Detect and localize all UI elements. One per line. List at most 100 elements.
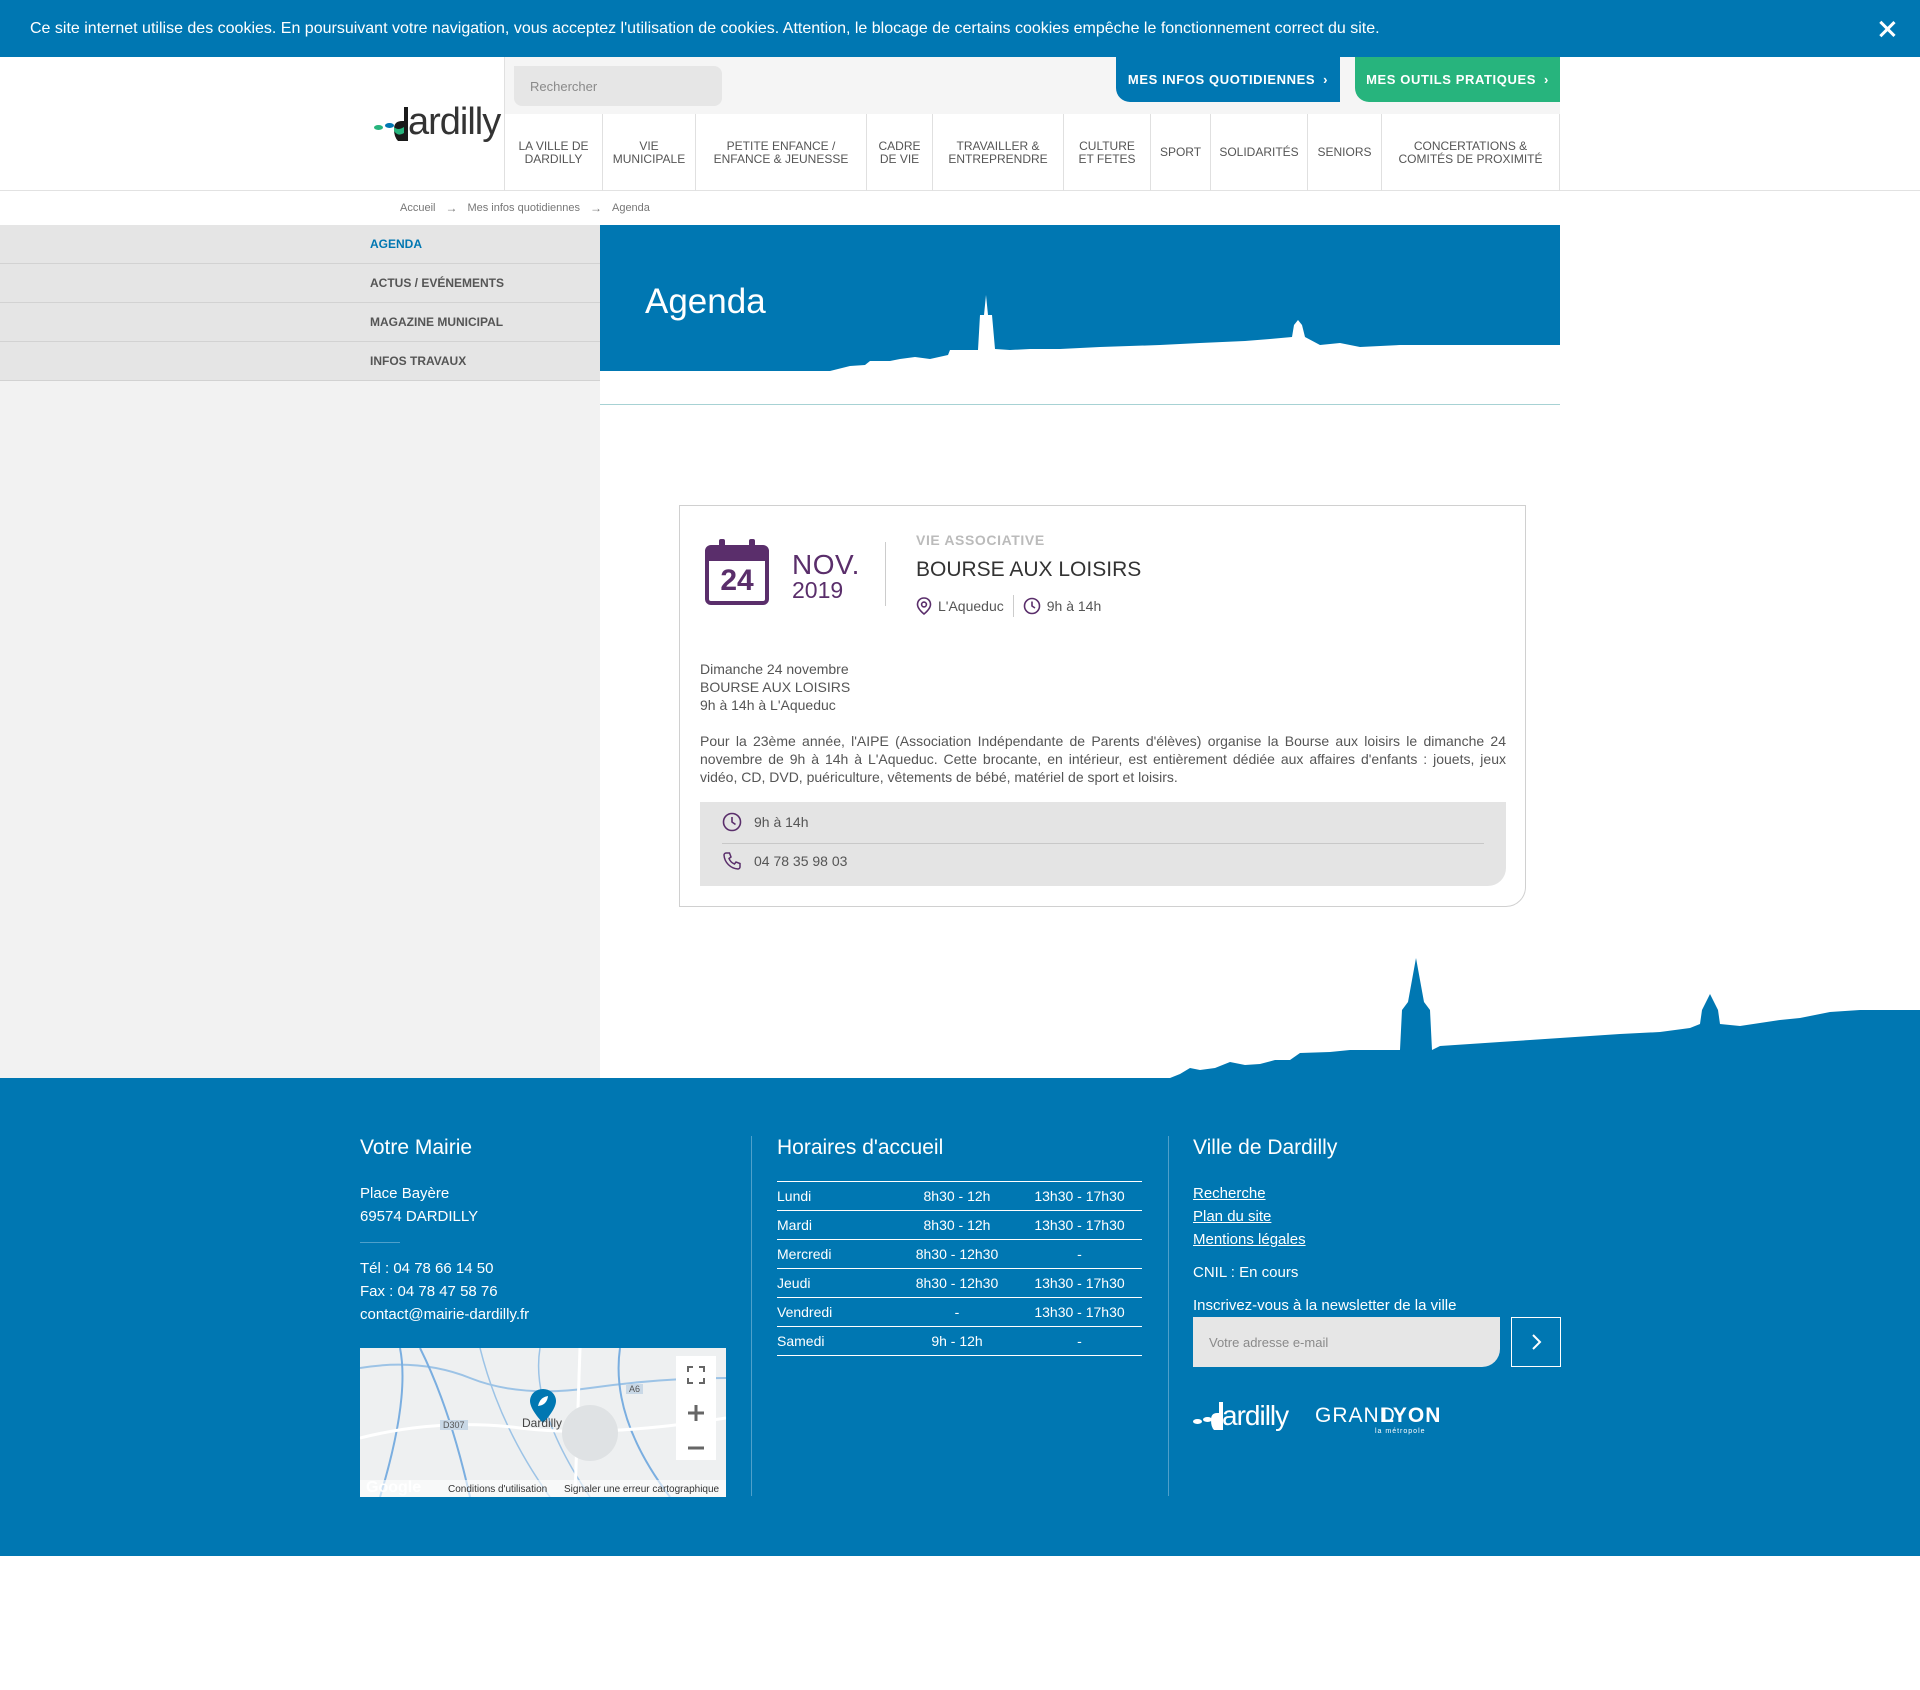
- hours-row: Vendredi -13h30 - 17h30: [777, 1297, 1142, 1327]
- footer-map[interactable]: Dardilly D307 A6 Google Conditions d'uti…: [360, 1348, 726, 1497]
- mes-outils-pratiques-button[interactable]: MES OUTILS PRATIQUES ›: [1355, 57, 1560, 102]
- nav-item-culture-et-fetes[interactable]: CULTURE ET FETES: [1064, 114, 1151, 191]
- footer-mairie-title: Votre Mairie: [360, 1136, 473, 1159]
- nav-label-line2: COMITÉS DE PROXIMITÉ: [1398, 151, 1543, 166]
- sidebar-item-agenda[interactable]: AGENDA: [0, 225, 600, 264]
- event-category: VIE ASSOCIATIVE: [916, 532, 1045, 548]
- footer-link-recherche[interactable]: Recherche: [1193, 1182, 1456, 1205]
- map-pin-icon: [916, 597, 932, 615]
- hours-afternoon: 13h30 - 17h30: [1017, 1181, 1142, 1211]
- nav-label-line1: SOLIDARITÉS: [1219, 145, 1299, 159]
- hours-morning: -: [897, 1297, 1017, 1327]
- chevron-right-icon: [1532, 1334, 1542, 1350]
- footer-horaires-title: Horaires d'accueil: [777, 1136, 944, 1159]
- breadcrumb-accueil[interactable]: Accueil: [400, 202, 435, 214]
- nav-item-la-ville-de-dardilly[interactable]: LA VILLE DE DARDILLY: [505, 114, 603, 191]
- banner-divider: [600, 404, 1560, 405]
- event-time: 9h à 14h: [1046, 598, 1102, 614]
- hours-row: Lundi 8h30 - 12h 13h30 - 17h30: [777, 1181, 1142, 1211]
- footer-logo-dardilly[interactable]: ardilly: [1193, 1400, 1293, 1436]
- hours-morning: 8h30 - 12h: [897, 1210, 1017, 1240]
- logo-dot: [1193, 1419, 1202, 1424]
- hours-row: Mercredi 8h30 - 12h30-: [777, 1239, 1142, 1269]
- nav-label-line1: SENIORS: [1317, 145, 1372, 159]
- map-place-label: Dardilly: [522, 1416, 563, 1430]
- nav-label-line1: CULTURE: [1079, 138, 1135, 153]
- hours-day: Mercredi: [777, 1239, 897, 1269]
- hours-afternoon: -: [1017, 1239, 1142, 1269]
- search-input[interactable]: [514, 66, 722, 106]
- map-road-a6: A6: [626, 1384, 644, 1394]
- site-header: ardilly MES INFOS QUOTIDIENNES › MES OUTI…: [0, 57, 1920, 191]
- map-road-d307: D307: [440, 1420, 468, 1430]
- nav-item-sport[interactable]: SPORT: [1151, 114, 1211, 191]
- footer-ville-title: Ville de Dardilly: [1193, 1136, 1338, 1159]
- zoom-in-icon[interactable]: [676, 1398, 716, 1428]
- nav-label-line1: SPORT: [1159, 145, 1202, 159]
- nav-label-line2: DE VIE: [879, 151, 920, 166]
- footer-newsletter-label: Inscrivez-vous à la newsletter de la vil…: [1193, 1297, 1457, 1314]
- hours-afternoon: 13h30 - 17h30: [1017, 1210, 1142, 1240]
- footer-tel[interactable]: Tél : 04 78 66 14 50: [360, 1257, 529, 1280]
- nav-item-petite-enfance[interactable]: PETITE ENFANCE / ENFANCE & JEUNESSE: [696, 114, 867, 191]
- logo-dot-green: [374, 125, 383, 130]
- hours-morning: 8h30 - 12h30: [897, 1268, 1017, 1298]
- nav-label-line2: ET FETES: [1078, 151, 1136, 166]
- newsletter-submit-button[interactable]: [1511, 1317, 1561, 1367]
- newsletter-email-input[interactable]: [1193, 1317, 1500, 1367]
- footer-cnil: CNIL : En cours: [1193, 1264, 1299, 1281]
- breadcrumb-mes-infos[interactable]: Mes infos quotidiennes: [467, 202, 580, 214]
- meta-separator: [1012, 595, 1014, 617]
- footer-horaires: Horaires d'accueil: [777, 1136, 943, 1182]
- event-card: 24 NOV. 2019 VIE ASSOCIATIVE BOURSE AUX …: [679, 505, 1526, 907]
- mes-infos-quotidiennes-button[interactable]: MES INFOS QUOTIDIENNES ›: [1116, 57, 1340, 102]
- map-terms-link[interactable]: Conditions d'utilisation: [448, 1484, 547, 1495]
- site-logo[interactable]: ardilly: [372, 101, 501, 151]
- date-separator: [885, 542, 886, 606]
- event-meta: L'Aqueduc 9h à 14h: [916, 595, 1101, 617]
- hours-day: Mardi: [777, 1210, 897, 1240]
- main-nav: LA VILLE DE DARDILLY VIE MUNICIPALE PETITE…: [504, 114, 1560, 191]
- page-title: Agenda: [645, 282, 766, 321]
- nav-label-line1: TRAVAILLER &: [956, 138, 1040, 153]
- footer-link-plan-du-site[interactable]: Plan du site: [1193, 1205, 1456, 1228]
- footer-email[interactable]: contact@mairie-dardilly.fr: [360, 1303, 529, 1326]
- hours-row: Jeudi 8h30 - 12h30 13h30 - 17h30: [777, 1268, 1142, 1298]
- info-phone[interactable]: 04 78 35 98 03: [754, 853, 847, 869]
- close-icon[interactable]: [1876, 18, 1898, 40]
- hours-table: Lundi 8h30 - 12h 13h30 - 17h30 Mardi 8h30 - …: [777, 1181, 1142, 1356]
- logo-d-icon: [394, 107, 408, 141]
- footer-fax: Fax : 04 78 47 58 76: [360, 1283, 498, 1300]
- nav-item-seniors[interactable]: SENIORS: [1308, 114, 1382, 191]
- nav-item-vie-municipale[interactable]: VIE MUNICIPALE: [603, 114, 696, 191]
- footer-link-mentions[interactable]: Mentions légales: [1193, 1228, 1456, 1251]
- sidebar: AGENDA ACTUS / EVÉNEMENTS MAGAZINE MUNIC…: [0, 225, 600, 381]
- hours-day: Samedi: [777, 1326, 897, 1356]
- desc-line-3: 9h à 14h à L'Aqueduc: [700, 697, 836, 713]
- desc-line-1: Dimanche 24 novembre: [700, 661, 849, 677]
- info-row-phone: 04 78 35 98 03: [722, 848, 847, 874]
- footer-logo-grandlyon[interactable]: GRAND LYON la métropole: [1315, 1404, 1445, 1440]
- nav-label-line1: CONCERTATIONS &: [1413, 138, 1528, 153]
- nav-label-line1: PETITE ENFANCE /: [726, 138, 836, 153]
- sidebar-item-travaux[interactable]: INFOS TRAVAUX: [0, 342, 600, 381]
- sidebar-item-actus[interactable]: ACTUS / EVÉNEMENTS: [0, 264, 600, 303]
- nav-item-travailler-entreprendre[interactable]: TRAVAILLER & ENTREPRENDRE: [933, 114, 1064, 191]
- nav-item-concertations[interactable]: CONCERTATIONS & COMITÉS DE PROXIMITÉ: [1382, 114, 1560, 191]
- clock-icon: [1023, 597, 1041, 615]
- sidebar-item-magazine[interactable]: MAGAZINE MUNICIPAL: [0, 303, 600, 342]
- hours-day: Vendredi: [777, 1297, 897, 1327]
- fullscreen-icon[interactable]: [676, 1360, 716, 1390]
- nav-item-solidarites[interactable]: SOLIDARITÉS: [1211, 114, 1308, 191]
- site-footer: Votre Mairie Place Bayère 69574 DARDILLY…: [0, 1078, 1920, 1556]
- map-report-link[interactable]: Signaler une erreur cartographique: [564, 1484, 719, 1495]
- desc-line-2: BOURSE AUX LOISIRS: [700, 679, 851, 695]
- footer-short-divider: [360, 1242, 400, 1243]
- footer-mairie: Votre Mairie Place Bayère 69574 DARDILLY…: [360, 1136, 529, 1326]
- grandlyon-metropole: la métropole: [1375, 1428, 1426, 1435]
- footer-skyline: [1170, 958, 1920, 1080]
- hours-row: Samedi 9h - 12h -: [777, 1326, 1142, 1356]
- event-location: L'Aqueduc: [938, 598, 1004, 614]
- nav-item-cadre-de-vie[interactable]: CADRE DE VIE: [867, 114, 933, 191]
- zoom-out-icon[interactable]: [676, 1436, 716, 1460]
